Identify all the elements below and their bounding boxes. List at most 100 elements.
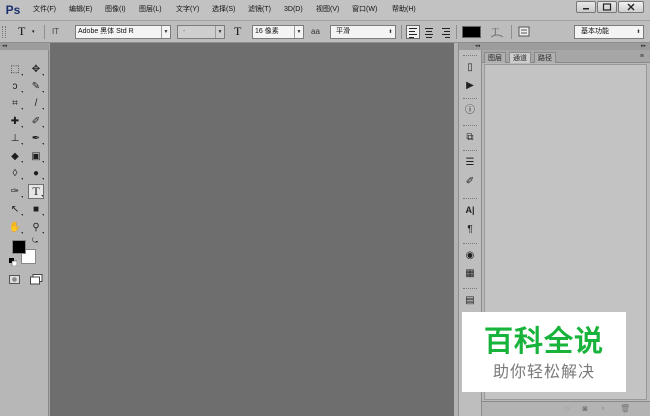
eyedropper-tool[interactable]: / bbox=[28, 96, 44, 111]
brush-presets-icon[interactable]: ✐ bbox=[462, 174, 478, 189]
panel-collapse-grip[interactable]: ▸▸ bbox=[482, 43, 650, 50]
menu-window[interactable]: 窗口(W) bbox=[352, 5, 377, 15]
panel-footer: ◌ ◙ ▫ 🗑 bbox=[482, 401, 650, 416]
warp-text-button[interactable]: T bbox=[489, 24, 505, 39]
panel-menu-icon[interactable]: ≡ bbox=[640, 53, 644, 61]
flyout-indicator-icon bbox=[21, 143, 23, 145]
default-colors-icon[interactable] bbox=[9, 258, 17, 266]
magic-wand-tool[interactable]: ✎ bbox=[28, 79, 44, 94]
dock-group-grip[interactable] bbox=[463, 125, 477, 127]
tab-channels[interactable]: 通道 bbox=[509, 52, 531, 63]
font-size-select[interactable]: 16 像素 ▼ bbox=[252, 25, 304, 39]
flyout-indicator-icon bbox=[21, 161, 23, 163]
menu-view[interactable]: 视图(V) bbox=[316, 5, 339, 15]
blur-tool[interactable]: ◊ bbox=[7, 166, 23, 181]
eraser-tool[interactable]: ◆ bbox=[7, 149, 23, 164]
swatches-panel-icon[interactable]: ▦ bbox=[462, 266, 478, 281]
maximize-icon[interactable] bbox=[597, 1, 617, 13]
crop-tool[interactable]: ⌗ bbox=[7, 96, 23, 111]
toolbox-grip[interactable]: ◂◂ bbox=[0, 43, 49, 50]
font-style-select[interactable]: - ▼ bbox=[177, 25, 225, 39]
dock-group-grip[interactable] bbox=[463, 288, 477, 290]
toggle-orientation-button[interactable]: IT bbox=[50, 24, 68, 39]
dock-group-grip[interactable] bbox=[463, 150, 477, 152]
shape-tool[interactable]: ■ bbox=[28, 202, 44, 217]
move-tool[interactable]: ✥ bbox=[28, 62, 44, 77]
dock-group-grip[interactable] bbox=[463, 55, 477, 57]
menu-file[interactable]: 文件(F) bbox=[33, 5, 56, 15]
chevron-down-icon: ▼ bbox=[294, 26, 303, 38]
dodge-tool[interactable]: ● bbox=[28, 166, 44, 181]
workspace-select[interactable]: 基本功能 ⬍ bbox=[574, 25, 644, 39]
flyout-indicator-icon bbox=[21, 178, 23, 180]
divider bbox=[401, 25, 402, 39]
menu-select[interactable]: 选择(S) bbox=[212, 5, 235, 15]
load-selection-icon[interactable]: ◌ bbox=[562, 404, 572, 414]
adjustments-icon[interactable]: ☰ bbox=[462, 155, 478, 170]
divider bbox=[511, 25, 512, 39]
dock-group-grip[interactable] bbox=[463, 98, 477, 100]
foreground-color-swatch[interactable] bbox=[12, 240, 26, 254]
font-size-value: 16 像素 bbox=[255, 28, 279, 35]
paragraph-panel-icon[interactable]: ¶ bbox=[462, 222, 478, 237]
align-right-button[interactable] bbox=[438, 25, 452, 39]
healing-tool[interactable]: ✚ bbox=[7, 114, 23, 129]
stamp-tool[interactable]: ⊥ bbox=[7, 131, 23, 146]
dock-group-grip[interactable] bbox=[463, 243, 477, 245]
pen-tool[interactable]: ✑ bbox=[7, 184, 23, 199]
align-left-button[interactable] bbox=[406, 25, 420, 39]
text-color-swatch[interactable] bbox=[462, 26, 481, 38]
tab-paths[interactable]: 路径 bbox=[534, 52, 556, 63]
menu-filter[interactable]: 滤镜(T) bbox=[248, 5, 271, 15]
color-panel-icon[interactable]: ◉ bbox=[462, 248, 478, 263]
path-select-tool[interactable]: ↖ bbox=[7, 202, 23, 217]
menu-layer[interactable]: 图层(L) bbox=[139, 5, 162, 15]
dock-group-grip[interactable] bbox=[463, 198, 477, 200]
menu-edit[interactable]: 编辑(E) bbox=[69, 5, 92, 15]
tab-layers[interactable]: 图层 bbox=[484, 52, 506, 63]
divider bbox=[44, 25, 45, 39]
watermark-logo: 百科全说 助你轻松解决 bbox=[462, 312, 626, 392]
menu-3d[interactable]: 3D(D) bbox=[284, 5, 303, 15]
dock-grip[interactable]: ◂◂ bbox=[459, 43, 482, 50]
screen-mode-icon[interactable] bbox=[30, 274, 44, 285]
quick-mask-icon[interactable] bbox=[9, 275, 20, 284]
document-canvas-area[interactable] bbox=[50, 43, 454, 416]
options-grip[interactable] bbox=[2, 26, 6, 38]
gradient-tool[interactable]: ▣ bbox=[28, 149, 44, 164]
mask-icon[interactable]: ◙ bbox=[580, 404, 590, 414]
new-channel-icon[interactable]: ▫ bbox=[598, 404, 608, 414]
tool-preset-picker[interactable]: T ▾ bbox=[14, 24, 40, 39]
character-panel-icon[interactable]: A| bbox=[462, 203, 478, 218]
align-center-button[interactable] bbox=[422, 25, 436, 39]
menu-image[interactable]: 图像(I) bbox=[105, 5, 126, 15]
actions-panel-icon[interactable]: ▶ bbox=[462, 78, 478, 93]
font-family-value: Adobe 黑体 Std R bbox=[78, 28, 134, 35]
toggle-character-panel-button[interactable] bbox=[516, 24, 532, 39]
layer-comps-icon[interactable]: ⧉ bbox=[462, 130, 478, 145]
type-tool[interactable]: T bbox=[28, 184, 44, 199]
marquee-tool[interactable]: ⬚ bbox=[7, 62, 23, 77]
flyout-indicator-icon bbox=[41, 195, 43, 197]
info-panel-icon[interactable]: ⓘ bbox=[462, 103, 478, 118]
brush-tool[interactable]: ✐ bbox=[28, 114, 44, 129]
zoom-tool[interactable]: ⚲ bbox=[28, 220, 44, 235]
menu-help[interactable]: 帮助(H) bbox=[392, 5, 416, 15]
antialias-value: 平滑 bbox=[336, 28, 350, 35]
notes-panel-icon[interactable]: ▤ bbox=[462, 293, 478, 308]
close-icon[interactable] bbox=[618, 1, 644, 13]
history-panel-icon[interactable]: ▯ bbox=[462, 60, 478, 75]
hand-tool[interactable]: ✋ bbox=[7, 220, 23, 235]
font-family-select[interactable]: Adobe 黑体 Std R ▼ bbox=[75, 25, 171, 39]
font-size-icon: T bbox=[232, 24, 248, 39]
swap-colors-icon[interactable]: ⤿ bbox=[32, 238, 38, 246]
history-brush-tool[interactable]: ✒ bbox=[28, 131, 44, 146]
lasso-tool[interactable]: ↄ bbox=[7, 79, 23, 94]
flyout-indicator-icon bbox=[21, 91, 23, 93]
antialias-select[interactable]: 平滑 ⬍ bbox=[330, 25, 396, 39]
delete-icon[interactable]: 🗑 bbox=[620, 404, 630, 414]
menu-type[interactable]: 文字(Y) bbox=[176, 5, 199, 15]
text-orientation-icon: IT bbox=[52, 27, 60, 36]
menu-bar: Ps 文件(F) 编辑(E) 图像(I) 图层(L) 文字(Y) 选择(S) 滤… bbox=[0, 0, 650, 21]
minimize-icon[interactable] bbox=[576, 1, 596, 13]
